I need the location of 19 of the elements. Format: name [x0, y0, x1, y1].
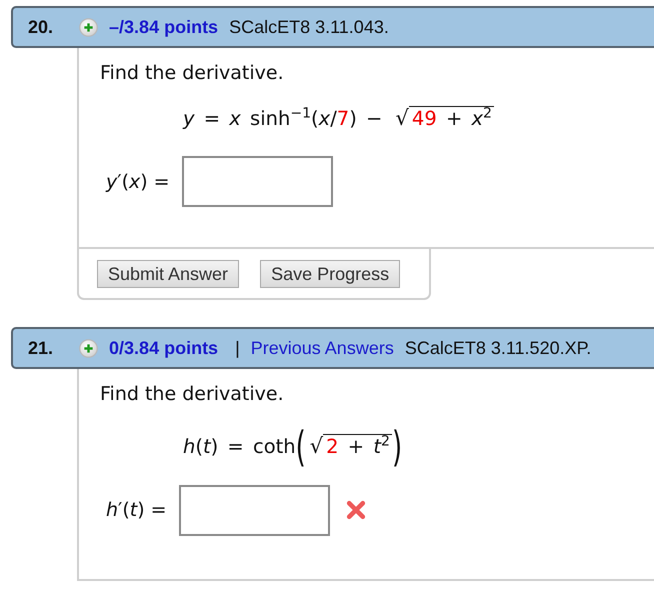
question-source: SCalcET8 3.11.520.XP. [404, 338, 592, 358]
previous-answers-link[interactable]: Previous Answers [250, 338, 394, 358]
points-label: –/3.84 points [109, 16, 218, 38]
points-label: 0/3.84 points [109, 338, 218, 358]
plus-icon[interactable] [79, 338, 98, 358]
answer-field[interactable] [182, 156, 333, 207]
question-source: SCalcET8 3.11.043. [229, 16, 389, 38]
question-number: 20. [28, 16, 54, 38]
form-button[interactable]: Submit Answer [97, 260, 240, 288]
plus-icon[interactable] [79, 18, 98, 36]
question-number: 21. [28, 338, 54, 358]
answer-label: h′(t) = [106, 498, 167, 522]
separator: | [235, 338, 240, 358]
question-prompt: Find the derivative. [100, 382, 284, 406]
question-prompt: Find the derivative. [100, 61, 284, 85]
answer-label: y′(x) = [106, 170, 170, 194]
math-formula: y = x sinh$^{−1}$(x/7) − √49 + x$^{2}$ [183, 106, 494, 131]
answer-field[interactable] [178, 484, 330, 536]
form-button[interactable]: Save Progress [260, 260, 400, 288]
